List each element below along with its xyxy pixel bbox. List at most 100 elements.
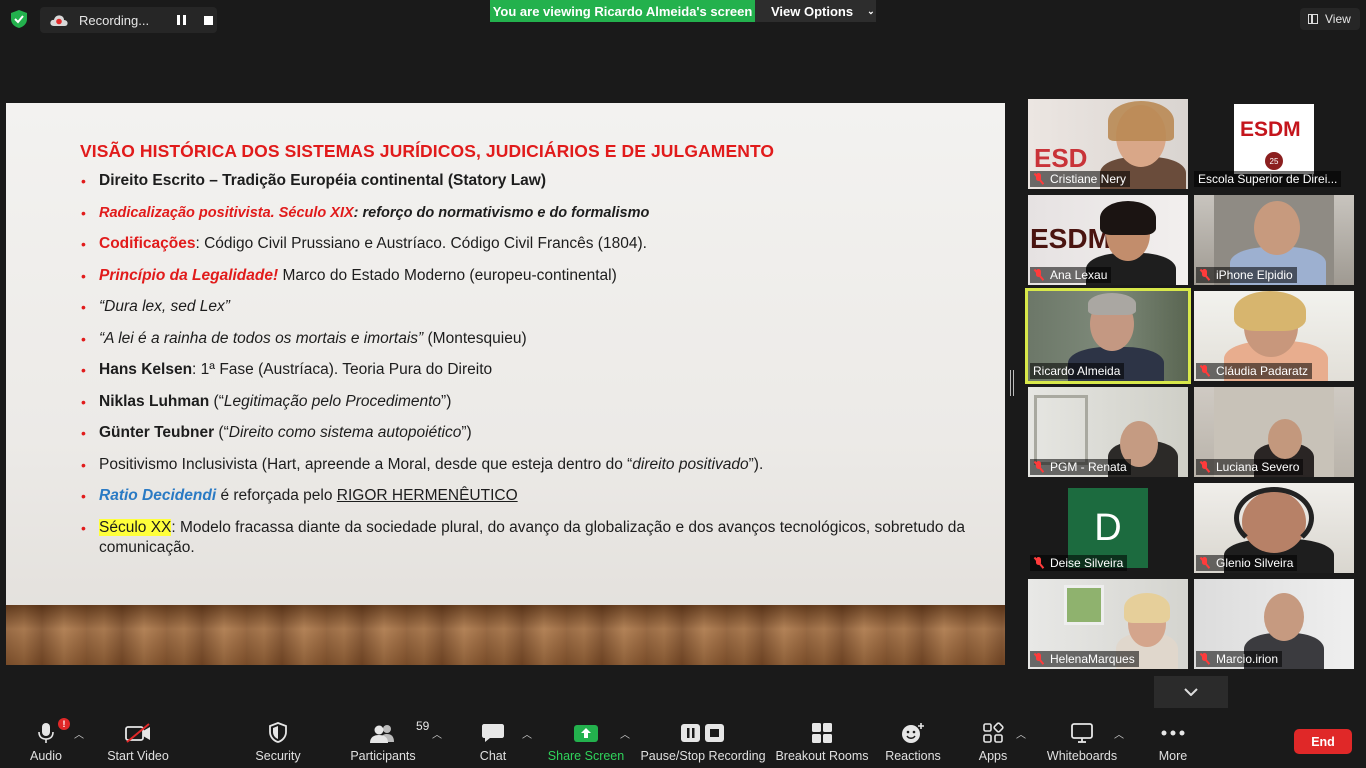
esdm-background-logo: ESD: [1034, 143, 1088, 173]
bullet-text: “Dura lex, sed Lex”: [99, 298, 230, 315]
participant-name-label: Escola Superior de Direi...: [1194, 171, 1342, 187]
participants-button[interactable]: 59 Participants: [350, 712, 429, 768]
stop-recording-icon[interactable]: [204, 15, 213, 25]
bullet-text: : 1ª Fase (Austríaca). Teoria Pura do Di…: [192, 361, 493, 378]
wooden-floor-decoration: [6, 605, 1005, 665]
mic-muted-icon: [1199, 653, 1210, 665]
panel-resize-handle[interactable]: [1010, 370, 1014, 396]
pause-stop-recording-button[interactable]: Pause/Stop Recording: [640, 712, 766, 768]
chat-options-caret-icon[interactable]: ︿: [522, 726, 532, 741]
view-layout-icon: [1308, 14, 1318, 24]
video-tile[interactable]: Marcio.irion: [1194, 579, 1354, 669]
whiteboards-button[interactable]: Whiteboards: [1046, 712, 1118, 768]
apps-button[interactable]: Apps: [976, 712, 1010, 768]
participant-name-label: HelenaMarques: [1030, 651, 1139, 667]
participant-face: [1254, 201, 1300, 255]
list-item: Niklas Luhman (“Legitimação pelo Procedi…: [80, 392, 980, 412]
participants-options-caret-icon[interactable]: ︿: [432, 726, 442, 741]
bullet-emphasis: Codificações: [99, 235, 196, 252]
participant-name-label: Marcio.irion: [1196, 651, 1283, 667]
participant-name-label: Cristiane Nery: [1030, 171, 1131, 187]
mic-muted-icon: [1199, 365, 1210, 377]
bullet-text: : Modelo fracassa diante da sociedade pl…: [99, 518, 966, 556]
participants-label: Participants: [350, 749, 416, 763]
list-item: “Dura lex, sed Lex”: [80, 297, 980, 317]
list-item: Hans Kelsen: 1ª Fase (Austríaca). Teoria…: [80, 360, 980, 380]
mic-muted-icon: [1033, 461, 1044, 473]
view-label: View: [1325, 12, 1351, 26]
participant-hair: [1124, 593, 1170, 623]
video-tile[interactable]: ESDM 25 Escola Superior de Direi...: [1194, 99, 1354, 189]
share-screen-button[interactable]: Share Screen: [548, 712, 624, 768]
bullet-emphasis: Princípio da Legalidade!: [99, 266, 279, 284]
participant-name-label: Cláudia Padaratz: [1196, 363, 1313, 379]
security-label: Security: [255, 749, 301, 763]
chevron-down-icon: ⌄: [867, 5, 875, 16]
bullet-text: (Montesquieu): [423, 329, 527, 347]
security-shield-icon[interactable]: [8, 8, 30, 30]
video-tile[interactable]: Glenio Silveira: [1194, 483, 1354, 573]
pause-stop-label: Pause/Stop Recording: [640, 749, 766, 763]
anniversary-badge: 25: [1265, 152, 1283, 170]
list-item: “A lei é a rainha de todos os mortais e …: [80, 329, 980, 349]
participant-face: [1268, 419, 1302, 459]
slide-title: VISÃO HISTÓRICA DOS SISTEMAS JURÍDICOS, …: [80, 141, 775, 161]
participants-count: 59: [416, 719, 430, 733]
list-item: Ratio Decidendi é reforçada pelo RIGOR H…: [80, 486, 980, 506]
chat-button[interactable]: Chat: [476, 712, 510, 768]
start-video-button[interactable]: Start Video: [104, 712, 172, 768]
headphones-icon: [1234, 487, 1314, 549]
bullet-text: : Código Civil Prussiano e Austríaco. Có…: [195, 235, 647, 252]
gallery-scroll-down-button[interactable]: [1154, 676, 1228, 708]
view-options-button[interactable]: View Options ⌄: [755, 0, 876, 22]
list-item: Século XX: Modelo fracassa diante da soc…: [80, 518, 980, 558]
bullet-text: (“: [209, 392, 224, 410]
slide-bullet-list: Direito Escrito – Tradição Européia cont…: [80, 171, 980, 569]
pause-recording-icon[interactable]: [177, 15, 187, 25]
video-tile[interactable]: D Deise Silveira: [1028, 483, 1188, 573]
esdm-background-logo: ESDM: [1030, 223, 1111, 254]
more-button[interactable]: More: [1154, 712, 1192, 768]
security-button[interactable]: Security: [252, 712, 304, 768]
participant-name-label: iPhone Elpidio: [1196, 267, 1297, 283]
window-frame: [1034, 395, 1088, 465]
bullet-text: “A lei é a rainha de todos os mortais e …: [99, 329, 424, 347]
bullet-text: Marco do Estado Moderno (europeu-contine…: [278, 266, 617, 284]
esdm-logo-card: ESDM 25: [1234, 104, 1314, 174]
participant-hair: [1108, 101, 1174, 141]
esdm-logo-icon: ESDM: [1240, 118, 1301, 141]
breakout-rooms-label: Breakout Rooms: [775, 749, 869, 763]
video-tile[interactable]: ESD Cristiane Nery: [1028, 99, 1188, 189]
reactions-button[interactable]: Reactions: [884, 712, 942, 768]
apps-options-caret-icon[interactable]: ︿: [1016, 726, 1026, 741]
bullet-text: ”): [441, 392, 452, 410]
view-button[interactable]: View: [1300, 8, 1360, 30]
video-tile[interactable]: PGM - Renata: [1028, 387, 1188, 477]
share-options-caret-icon[interactable]: ︿: [620, 726, 630, 741]
video-tile[interactable]: iPhone Elpidio: [1194, 195, 1354, 285]
whiteboards-label: Whiteboards: [1046, 749, 1118, 763]
chevron-down-icon: [1184, 688, 1198, 696]
breakout-rooms-button[interactable]: Breakout Rooms: [775, 712, 869, 768]
meeting-toolbar: ! Audio ︿ Start Video Security 59 Partic…: [0, 712, 1366, 768]
video-tile-active-speaker[interactable]: Ricardo Almeida: [1025, 288, 1191, 384]
video-tile[interactable]: HelenaMarques: [1028, 579, 1188, 669]
participants-icon: 59: [368, 718, 429, 748]
shield-icon: [268, 718, 288, 748]
audio-alert-badge: !: [58, 718, 70, 730]
participant-name-label: Luciana Severo: [1196, 459, 1304, 475]
bullet-text: (“: [214, 424, 229, 441]
chat-label: Chat: [479, 749, 507, 763]
audio-options-caret-icon[interactable]: ︿: [74, 726, 84, 741]
video-tile[interactable]: ESDM Ana Lexau: [1028, 195, 1188, 285]
end-meeting-button[interactable]: End: [1294, 729, 1352, 754]
video-off-icon: [124, 718, 152, 748]
video-tile[interactable]: Cláudia Padaratz: [1194, 291, 1354, 381]
apps-label: Apps: [978, 749, 1008, 763]
bullet-text: direito positivado: [632, 455, 749, 473]
bullet-emphasis: Günter Teubner: [99, 424, 215, 441]
audio-button[interactable]: ! Audio: [24, 712, 70, 768]
bullet-text: Direito como sistema autopoiético: [228, 424, 462, 441]
whiteboards-options-caret-icon[interactable]: ︿: [1114, 726, 1124, 741]
video-tile[interactable]: Luciana Severo: [1194, 387, 1354, 477]
